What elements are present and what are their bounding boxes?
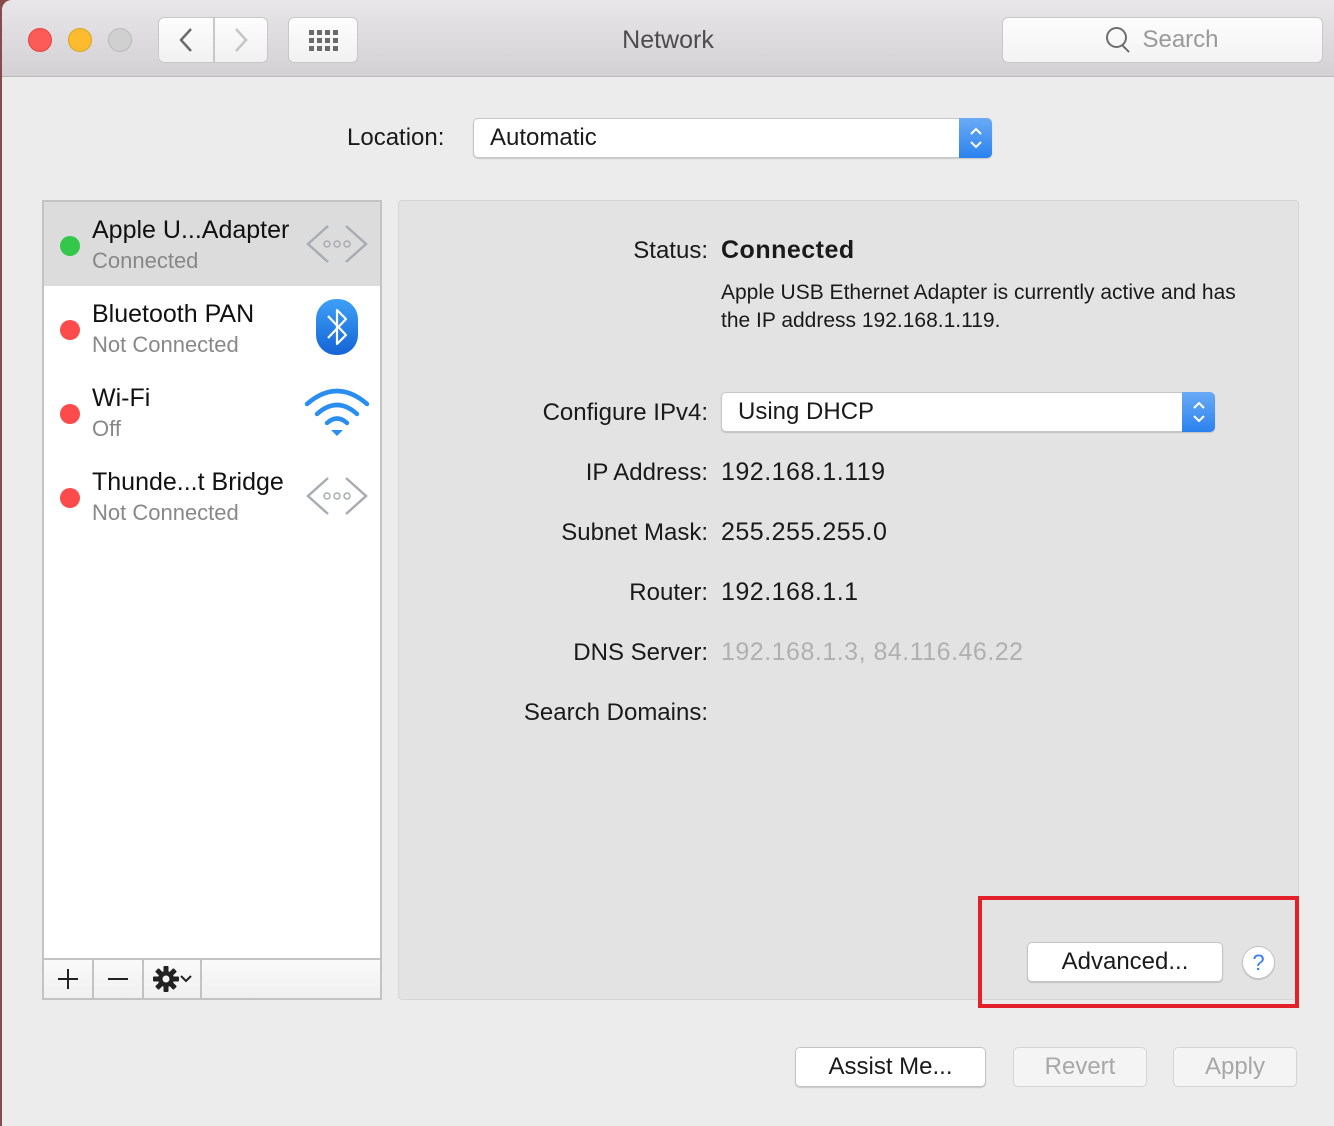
- bluetooth-icon: [316, 299, 358, 355]
- assist-me-button[interactable]: Assist Me...: [795, 1047, 986, 1087]
- gear-icon: [153, 966, 179, 992]
- service-status: Not Connected: [92, 332, 239, 357]
- minus-icon: [108, 978, 128, 980]
- revert-button[interactable]: Revert: [1013, 1047, 1147, 1087]
- dns-server-label: DNS Server:: [573, 639, 708, 666]
- ethernet-icon: [306, 477, 368, 515]
- service-item-thunderbolt-bridge[interactable]: Thunde...t Bridge Not Connected: [44, 454, 380, 538]
- ethernet-icon: [306, 225, 368, 263]
- service-detail-panel: Status: Connected Apple USB Ethernet Ada…: [398, 200, 1299, 1000]
- location-popup[interactable]: Automatic: [473, 118, 992, 158]
- popup-stepper-icon: [1182, 392, 1215, 432]
- status-label: Status:: [633, 237, 708, 264]
- chevron-down-icon: [180, 975, 192, 983]
- annotation-highlight-box: [978, 896, 1299, 1008]
- search-icon: [1106, 27, 1132, 53]
- service-item-wifi[interactable]: Wi-Fi Off: [44, 370, 380, 454]
- status-dot-disconnected: [60, 320, 80, 340]
- configure-ipv4-label: Configure IPv4:: [542, 399, 708, 426]
- location-label: Location:: [347, 124, 445, 151]
- service-name: Thunde...t Bridge: [92, 468, 284, 496]
- title-bar: Network Search: [2, 0, 1334, 77]
- search-domains-label: Search Domains:: [523, 699, 708, 726]
- remove-service-button[interactable]: [94, 960, 144, 998]
- status-dot-connected: [60, 236, 80, 256]
- status-description: Apple USB Ethernet Adapter is currently …: [721, 281, 1236, 332]
- location-value: Automatic: [490, 124, 597, 151]
- subnet-mask-label: Subnet Mask:: [561, 519, 708, 546]
- apply-button[interactable]: Apply: [1173, 1047, 1297, 1087]
- configure-ipv4-value: Using DHCP: [738, 398, 875, 425]
- plus-icon: [58, 969, 78, 989]
- ip-address-value: 192.168.1.119: [721, 458, 886, 486]
- service-name: Bluetooth PAN: [92, 300, 255, 328]
- service-item-bluetooth-pan[interactable]: Bluetooth PAN Not Connected: [44, 286, 380, 370]
- action-menu-button[interactable]: [144, 960, 202, 998]
- router-label: Router:: [629, 579, 708, 606]
- service-name: Wi-Fi: [92, 384, 151, 412]
- search-placeholder: Search: [1142, 26, 1219, 53]
- popup-stepper-icon: [959, 118, 992, 158]
- service-list-toolbar: [44, 958, 380, 998]
- router-value: 192.168.1.1: [721, 578, 859, 606]
- configure-ipv4-popup[interactable]: Using DHCP: [721, 392, 1215, 432]
- service-status: Off: [92, 416, 121, 441]
- search-field[interactable]: Search: [1002, 17, 1323, 63]
- status-dot-disconnected: [60, 488, 80, 508]
- ip-address-label: IP Address:: [585, 459, 708, 486]
- subnet-mask-value: 255.255.255.0: [721, 518, 888, 546]
- network-preferences-window: Network Search Location: Automatic Apple…: [2, 0, 1334, 1126]
- add-service-button[interactable]: [44, 960, 94, 998]
- service-list: Apple U...Adapter Connected Bluetooth PA…: [42, 200, 382, 1000]
- service-status: Connected: [92, 248, 199, 273]
- service-item-apple-usb-adapter[interactable]: Apple U...Adapter Connected: [44, 202, 380, 286]
- wifi-icon: [304, 388, 370, 436]
- service-name: Apple U...Adapter: [92, 216, 290, 244]
- dns-server-value: 192.168.1.3, 84.116.46.22: [721, 638, 1024, 666]
- status-value: Connected: [721, 236, 855, 264]
- service-status: Not Connected: [92, 500, 239, 525]
- status-dot-off: [60, 404, 80, 424]
